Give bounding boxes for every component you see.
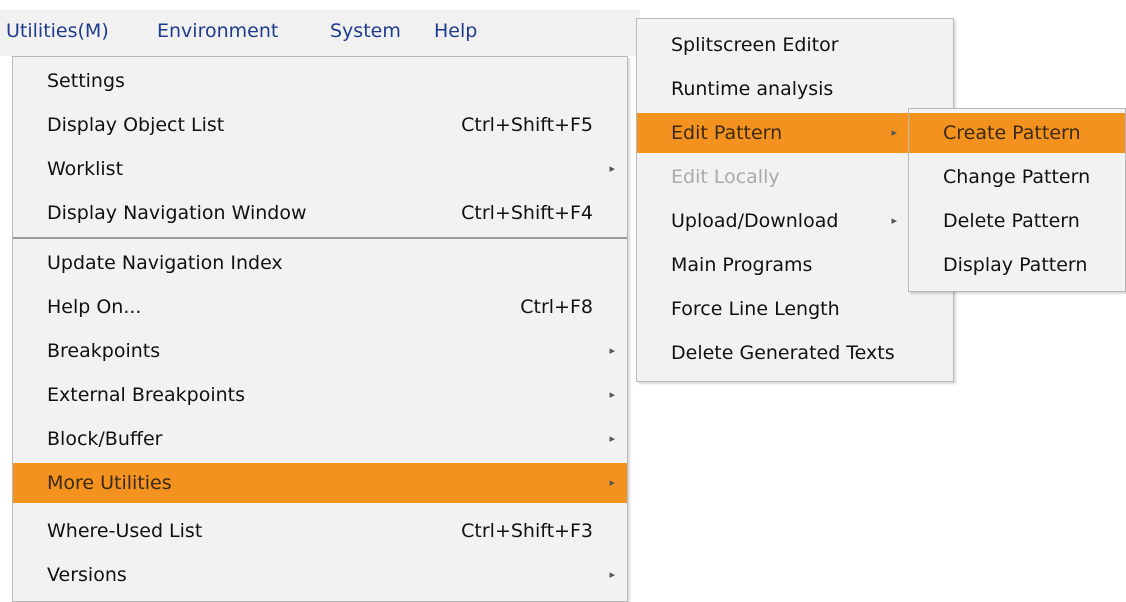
menu-item-external-breakpoints[interactable]: External Breakpoints ▸ (13, 375, 627, 415)
menu-item-display-navigation-window[interactable]: Display Navigation Window Ctrl+Shift+F4 (13, 193, 627, 233)
menu-item-help-on[interactable]: Help On... Ctrl+F8 (13, 287, 627, 327)
submenu-arrow-icon: ▸ (609, 476, 615, 489)
menu-item-upload-download[interactable]: Upload/Download ▸ (637, 201, 909, 241)
menu-item-label: Where-Used List (47, 520, 203, 542)
menu-item-delete-generated-texts[interactable]: Delete Generated Texts (637, 333, 953, 373)
submenu-arrow-icon: ▸ (609, 344, 615, 357)
submenu-arrow-icon: ▸ (609, 388, 615, 401)
submenu-arrow-icon: ▸ (891, 126, 897, 139)
menu-item-force-line-length[interactable]: Force Line Length (637, 289, 953, 329)
menu-item-label: Splitscreen Editor (671, 34, 839, 56)
menu-item-splitscreen-editor[interactable]: Splitscreen Editor (637, 25, 953, 65)
menu-item-label: Display Pattern (943, 254, 1088, 276)
menu-item-delete-pattern[interactable]: Delete Pattern (909, 201, 1125, 241)
menu-item-worklist[interactable]: Worklist ▸ (13, 149, 627, 189)
menu-item-edit-locally: Edit Locally (637, 157, 953, 197)
shortcut-label: Ctrl+Shift+F3 (461, 520, 593, 542)
shortcut-label: Ctrl+Shift+F4 (461, 202, 593, 224)
edit-pattern-menu: Create Pattern Change Pattern Delete Pat… (908, 108, 1126, 292)
menu-item-update-navigation-index[interactable]: Update Navigation Index (13, 243, 627, 283)
menu-item-label: Versions (47, 564, 127, 586)
menu-item-runtime-analysis[interactable]: Runtime analysis (637, 69, 953, 109)
menu-item-label: Main Programs (671, 254, 813, 276)
menu-item-label: Delete Generated Texts (671, 342, 895, 364)
menu-item-where-used-list[interactable]: Where-Used List Ctrl+Shift+F3 (13, 511, 627, 551)
menubar-item-utilities[interactable]: Utilities(M) (6, 20, 109, 42)
menu-item-label: Display Object List (47, 114, 225, 136)
menu-item-label: Update Navigation Index (47, 252, 283, 274)
menu-item-display-pattern[interactable]: Display Pattern (909, 245, 1125, 285)
menu-item-label: External Breakpoints (47, 384, 245, 406)
menu-item-label: Settings (47, 70, 125, 92)
menu-item-label: More Utilities (47, 472, 172, 494)
menu-item-display-object-list[interactable]: Display Object List Ctrl+Shift+F5 (13, 105, 627, 145)
menu-item-label: Upload/Download (671, 210, 839, 232)
submenu-arrow-icon: ▸ (609, 568, 615, 581)
menu-item-label: Block/Buffer (47, 428, 163, 450)
menubar-item-system[interactable]: System (330, 20, 401, 42)
menu-item-label: Change Pattern (943, 166, 1091, 188)
menubar-item-environment[interactable]: Environment (157, 20, 278, 42)
shortcut-label: Ctrl+Shift+F5 (461, 114, 593, 136)
menu-item-label: Breakpoints (47, 340, 161, 362)
menu-item-settings[interactable]: Settings (13, 61, 627, 101)
menu-item-edit-pattern[interactable]: Edit Pattern ▸ (637, 113, 909, 153)
menubar-item-help[interactable]: Help (434, 20, 477, 42)
menu-item-label: Force Line Length (671, 298, 840, 320)
menu-item-more-utilities[interactable]: More Utilities ▸ (13, 463, 627, 503)
more-utilities-menu: Splitscreen Editor Runtime analysis Edit… (636, 18, 954, 382)
utilities-menu: Settings Display Object List Ctrl+Shift+… (12, 56, 628, 602)
menu-item-label: Worklist (47, 158, 124, 180)
submenu-arrow-icon: ▸ (609, 162, 615, 175)
menu-separator (13, 237, 627, 239)
menu-item-block-buffer[interactable]: Block/Buffer ▸ (13, 419, 627, 459)
menu-bar: Utilities(M) Environment System Help (0, 10, 640, 56)
shortcut-label: Ctrl+F8 (520, 296, 593, 318)
menu-item-label: Help On... (47, 296, 142, 318)
menu-item-main-programs[interactable]: Main Programs (637, 245, 953, 285)
menu-item-label: Display Navigation Window (47, 202, 307, 224)
menu-item-label: Delete Pattern (943, 210, 1080, 232)
menu-item-label: Runtime analysis (671, 78, 834, 100)
menu-item-label: Edit Locally (671, 166, 780, 188)
submenu-arrow-icon: ▸ (891, 214, 897, 227)
menu-item-label: Edit Pattern (671, 122, 783, 144)
menu-item-change-pattern[interactable]: Change Pattern (909, 157, 1125, 197)
menu-item-versions[interactable]: Versions ▸ (13, 555, 627, 595)
menu-item-breakpoints[interactable]: Breakpoints ▸ (13, 331, 627, 371)
menu-item-label: Create Pattern (943, 122, 1081, 144)
menu-item-create-pattern[interactable]: Create Pattern (909, 113, 1125, 153)
submenu-arrow-icon: ▸ (609, 432, 615, 445)
